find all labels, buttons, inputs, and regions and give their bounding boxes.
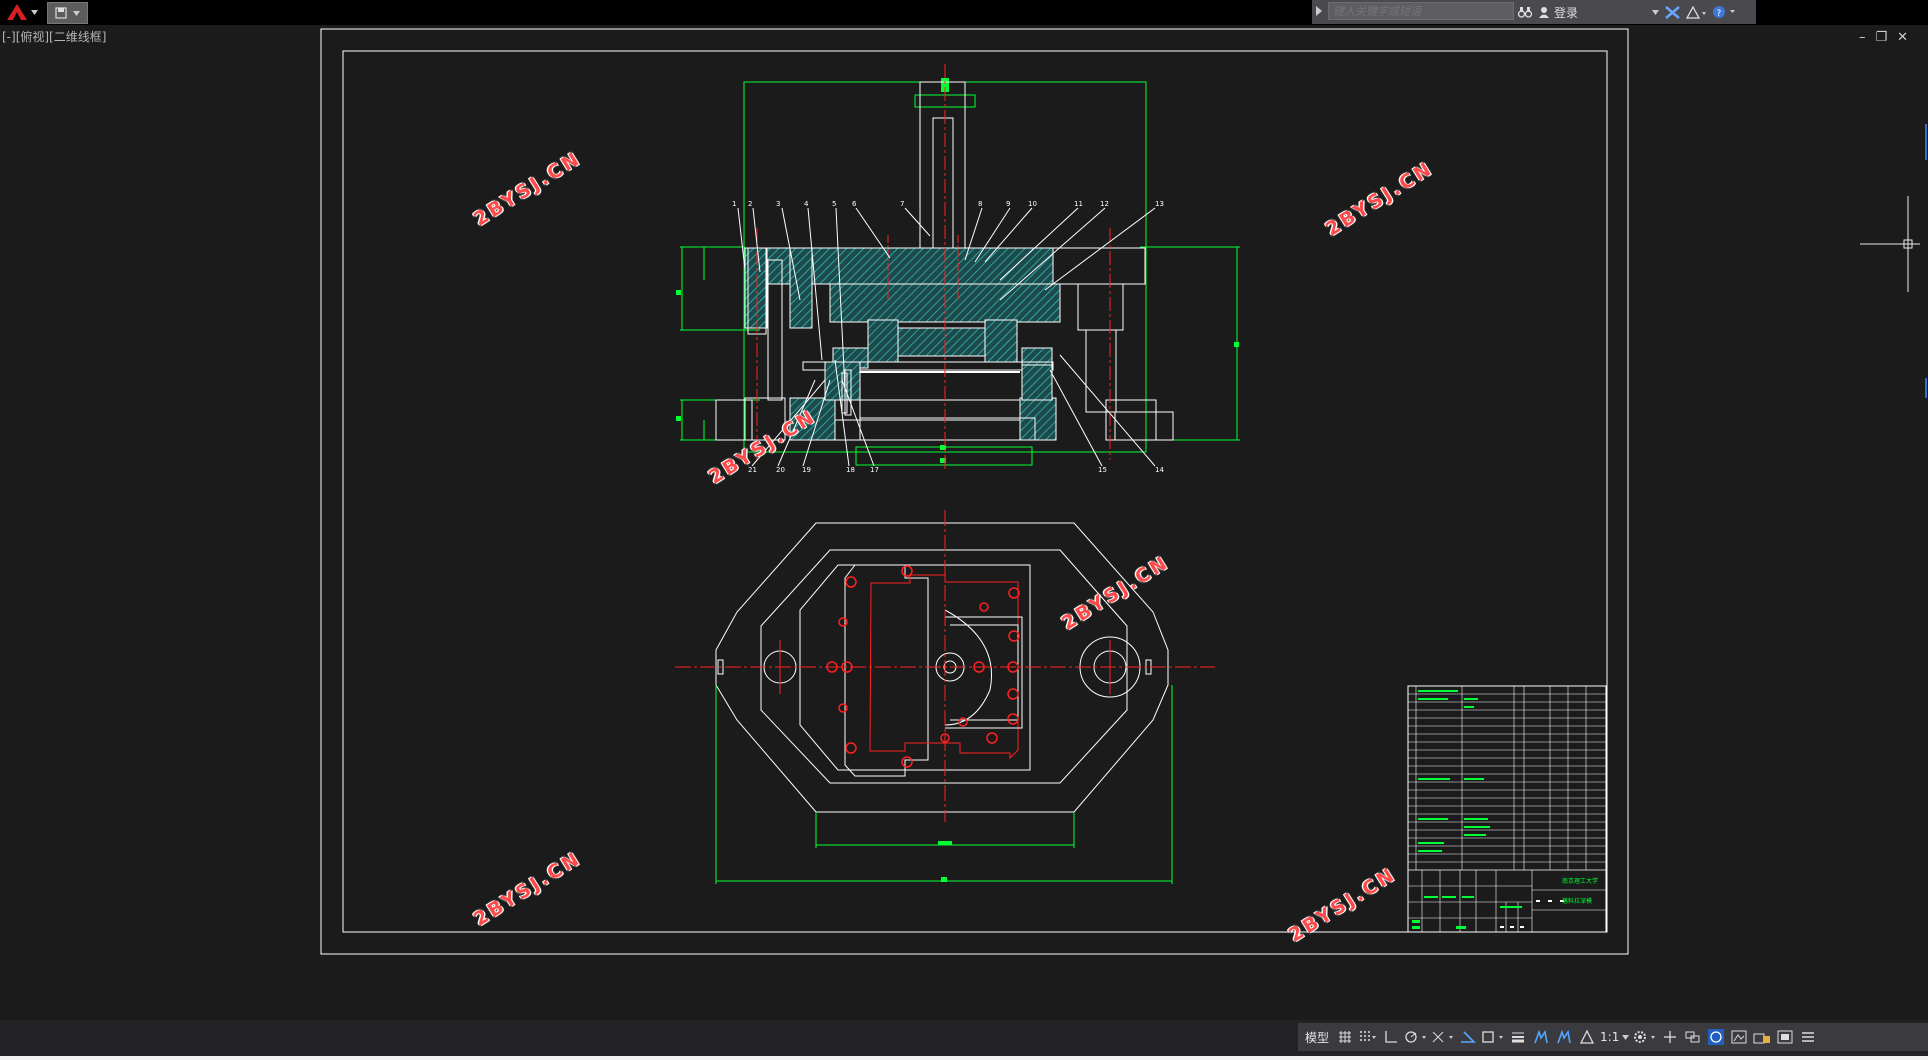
svg-text:15: 15 — [1098, 466, 1107, 474]
chevron-down-icon — [1622, 1034, 1630, 1040]
title-block-drawing-name: 落料拉深模 — [1562, 898, 1593, 905]
title-block-school: 南京理工大学 — [1562, 878, 1599, 885]
grid-icon[interactable] — [1335, 1025, 1355, 1049]
svg-text:4: 4 — [804, 200, 809, 208]
object-snap-tracking-icon[interactable] — [1458, 1025, 1478, 1049]
dynamic-ucs-icon[interactable] — [1531, 1025, 1551, 1049]
clean-screen-icon[interactable] — [1775, 1025, 1795, 1049]
svg-text:13: 13 — [1155, 200, 1164, 208]
annotation-visibility-icon[interactable] — [1577, 1025, 1597, 1049]
polar-tracking-icon[interactable] — [1404, 1025, 1428, 1049]
status-bar-bottom-edge — [0, 1056, 1928, 1060]
svg-text:2: 2 — [748, 200, 752, 208]
annotation-scale-button[interactable]: 1:1 — [1600, 1025, 1630, 1049]
hardware-acceleration-icon[interactable] — [1706, 1025, 1726, 1049]
svg-text:3: 3 — [776, 200, 780, 208]
svg-text:14: 14 — [1155, 466, 1164, 474]
quick-properties-icon[interactable] — [1683, 1025, 1703, 1049]
svg-text:9: 9 — [1006, 200, 1010, 208]
object-snap-icon[interactable] — [1481, 1025, 1505, 1049]
svg-text:20: 20 — [776, 466, 785, 474]
svg-text:1: 1 — [732, 200, 736, 208]
lineweight-icon[interactable] — [1508, 1025, 1528, 1049]
svg-text:17: 17 — [870, 466, 879, 474]
annotation-monitor-icon[interactable] — [1660, 1025, 1680, 1049]
svg-text:6: 6 — [852, 200, 857, 208]
plan-view — [675, 510, 1215, 884]
workspace-gear-icon[interactable] — [1633, 1025, 1657, 1049]
model-space-button[interactable]: 模型 — [1302, 1025, 1332, 1049]
annotation-scale-label: 1:1 — [1600, 1030, 1620, 1044]
svg-text:12: 12 — [1100, 200, 1109, 208]
front-section-view: 1 2 3 4 5 6 7 8 9 10 11 12 13 21 20 19 18 17 15 14 — [676, 64, 1240, 474]
svg-text:11: 11 — [1074, 200, 1083, 208]
customize-menu-icon[interactable] — [1798, 1025, 1818, 1049]
ortho-icon[interactable] — [1381, 1025, 1401, 1049]
lock-ui-icon[interactable] — [1752, 1025, 1772, 1049]
isodraft-icon[interactable] — [1431, 1025, 1455, 1049]
cad-crosshair-cursor — [1860, 196, 1920, 292]
isolate-objects-icon[interactable] — [1729, 1025, 1749, 1049]
snap-icon[interactable] — [1358, 1025, 1378, 1049]
svg-text:10: 10 — [1028, 200, 1037, 208]
svg-text:8: 8 — [978, 200, 982, 208]
svg-text:19: 19 — [802, 466, 811, 474]
svg-text:18: 18 — [846, 466, 855, 474]
status-bar-tools: 模型 1:1 — [1298, 1023, 1928, 1051]
drawing-canvas[interactable]: 1 2 3 4 5 6 7 8 9 10 11 12 13 21 20 19 18 17 15 14 — [0, 0, 1928, 1020]
svg-text:7: 7 — [900, 200, 904, 208]
selection-cycling-icon[interactable] — [1554, 1025, 1574, 1049]
svg-text:5: 5 — [832, 200, 836, 208]
